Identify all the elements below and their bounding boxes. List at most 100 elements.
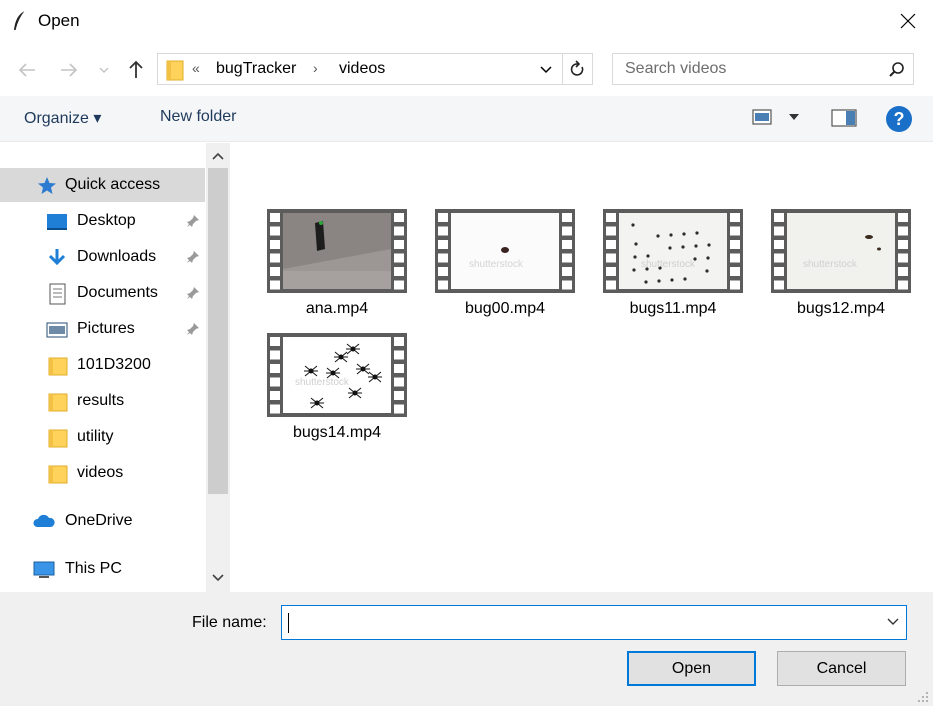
sidebar-item-quick-access[interactable]: Quick access [0, 168, 205, 202]
file-list: ana.mp4 shutterstock bug00.mp4 shutterstock… [231, 143, 933, 592]
chevron-down-icon [99, 67, 109, 73]
address-dropdown-button[interactable] [536, 60, 556, 80]
pin-icon[interactable] [186, 214, 200, 228]
sidebar-item-videos[interactable]: videos [0, 456, 205, 490]
pictures-icon [46, 322, 68, 338]
close-button[interactable] [891, 4, 925, 38]
open-button[interactable]: Open [627, 651, 756, 686]
up-button[interactable] [124, 57, 148, 81]
sidebar-item-label: OneDrive [65, 512, 133, 529]
sidebar-item-desktop[interactable]: Desktop [0, 204, 205, 238]
sidebar-item-label: 101D3200 [77, 356, 151, 373]
title-bar: Open [0, 0, 933, 42]
star-icon [38, 177, 56, 194]
sidebar-item-label: utility [77, 428, 114, 445]
arrow-left-icon [18, 63, 35, 77]
folder-icon [48, 429, 68, 448]
sidebar-item-label: videos [77, 464, 124, 481]
breadcrumb-separator: › [313, 60, 318, 76]
file-item[interactable]: ana.mp4 [233, 143, 407, 317]
video-thumbnail: shutterstock [267, 333, 407, 417]
folder-icon [48, 357, 68, 376]
file-name: bugs12.mp4 [796, 300, 886, 317]
breadcrumb-bugtracker[interactable]: bugTracker [216, 60, 296, 78]
close-icon [900, 13, 916, 29]
file-name-input[interactable] [288, 612, 868, 634]
view-options-icon[interactable] [789, 113, 799, 121]
folder-icon [48, 465, 68, 484]
refresh-button[interactable] [563, 53, 593, 85]
sidebar-item-utility[interactable]: utility [0, 420, 205, 454]
scroll-down-button[interactable] [210, 571, 226, 585]
sidebar-item-pictures[interactable]: Pictures [0, 312, 205, 346]
recent-locations-button[interactable] [95, 58, 113, 82]
pin-icon[interactable] [186, 322, 200, 336]
organize-button[interactable]: Organize ▾ [24, 108, 101, 128]
folder-icon [166, 60, 184, 81]
new-folder-button[interactable]: New folder [160, 108, 236, 126]
file-name-label: File name: [192, 614, 267, 631]
chevron-down-icon [540, 66, 552, 74]
sidebar-item-101d3200[interactable]: 101D3200 [0, 348, 205, 382]
scroll-up-button[interactable] [210, 149, 226, 163]
resize-grip-icon[interactable] [915, 689, 929, 703]
sidebar-item-label: Pictures [77, 320, 135, 337]
sidebar-item-downloads[interactable]: Downloads [0, 240, 205, 274]
breadcrumb-videos[interactable]: videos [339, 60, 385, 78]
preview-pane-icon[interactable] [831, 109, 857, 127]
cancel-button[interactable]: Cancel [777, 651, 906, 686]
svg-text:shutterstock: shutterstock [295, 377, 350, 388]
sidebar-item-label: Desktop [77, 212, 136, 229]
sidebar-item-label: Documents [77, 284, 158, 301]
forward-button[interactable] [57, 58, 81, 82]
svg-text:shutterstock: shutterstock [641, 259, 696, 270]
search-box[interactable] [612, 53, 914, 85]
search-input[interactable] [625, 59, 865, 79]
chevron-up-icon [212, 152, 224, 160]
folder-icon [48, 393, 68, 412]
video-thumbnail: shutterstock [603, 209, 743, 293]
sidebar-item-onedrive[interactable]: OneDrive [0, 504, 205, 538]
feather-icon [14, 10, 26, 31]
arrow-up-icon [129, 60, 143, 78]
refresh-icon [570, 60, 583, 76]
pin-icon[interactable] [186, 250, 200, 264]
video-thumbnail: shutterstock [435, 209, 575, 293]
search-icon[interactable] [888, 61, 906, 79]
sidebar-item-label: Quick access [65, 176, 161, 193]
window-title: Open [38, 11, 80, 30]
video-thumbnail: shutterstock [771, 209, 911, 293]
address-overflow[interactable]: « [192, 60, 200, 76]
sidebar-item-label: This PC [65, 560, 122, 577]
file-name-combobox[interactable] [281, 605, 907, 640]
file-item[interactable]: shutterstock bugs12.mp4 [737, 143, 911, 317]
cloud-icon [33, 514, 55, 527]
file-item[interactable]: shutterstock bugs14.mp4 [233, 267, 407, 441]
sidebar-item-label: results [77, 392, 125, 409]
pin-icon[interactable] [186, 286, 200, 300]
sidebar-scroll-thumb[interactable] [208, 168, 228, 494]
text-cursor [288, 613, 289, 633]
sidebar-item-documents[interactable]: Documents [0, 276, 205, 310]
help-icon: ? [893, 108, 905, 129]
help-button[interactable]: ? [886, 106, 912, 132]
file-item[interactable]: shutterstock bugs11.mp4 [569, 143, 743, 317]
command-bar: Organize ▾ New folder ? [0, 96, 933, 142]
file-name: bugs14.mp4 [292, 424, 382, 441]
sidebar-item-this-pc[interactable]: This PC [0, 552, 205, 586]
arrow-right-icon [61, 63, 78, 77]
document-icon [49, 283, 66, 305]
svg-text:shutterstock: shutterstock [469, 259, 524, 270]
sidebar-item-label: Downloads [77, 248, 157, 265]
change-view-icon[interactable] [752, 109, 772, 125]
file-item[interactable]: shutterstock bug00.mp4 [401, 143, 575, 317]
address-bar[interactable]: « bugTracker › videos [157, 53, 563, 85]
chevron-down-icon[interactable] [886, 615, 900, 629]
chevron-down-icon [212, 574, 224, 582]
navigation-pane: Quick access Desktop Downloads Documents Pic… [0, 143, 231, 592]
back-button[interactable] [15, 58, 39, 82]
sidebar-item-results[interactable]: results [0, 384, 205, 418]
desktop-icon [47, 214, 67, 230]
svg-text:shutterstock: shutterstock [803, 259, 858, 270]
download-icon [48, 249, 66, 266]
